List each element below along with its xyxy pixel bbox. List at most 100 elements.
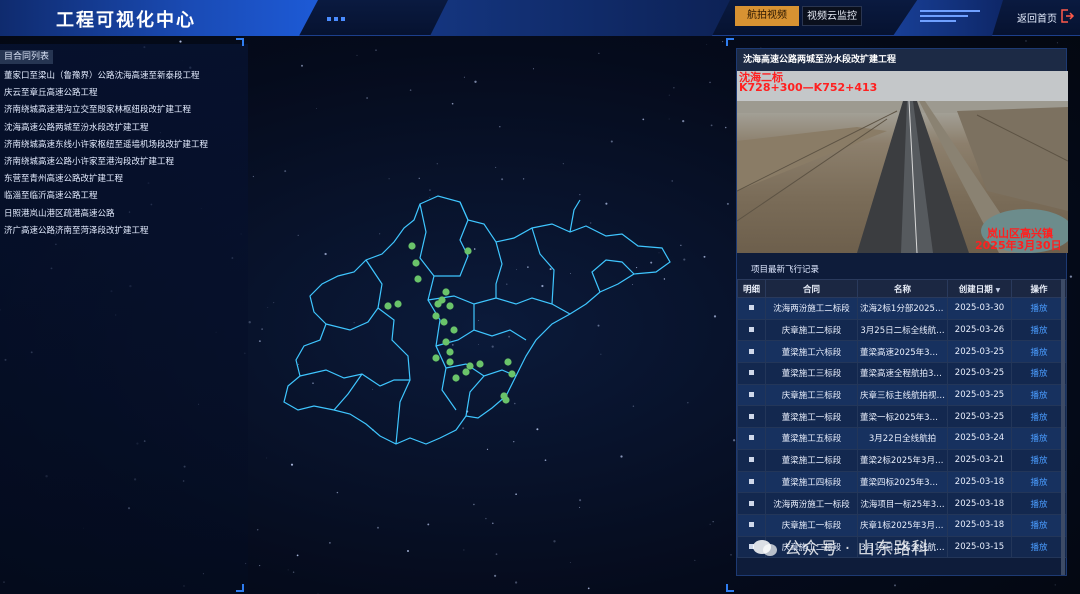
expand-icon[interactable] <box>749 348 754 354</box>
project-list-item[interactable]: 济南绕城高速港沟立交至殷家林枢纽段改扩建工程 <box>4 102 208 119</box>
table-row[interactable]: 沈海两汾施工一标段 沈海项目一标25年3… 2025-03-18 播放 <box>737 492 1067 515</box>
tab-aerial-video[interactable]: 航拍视频 <box>735 6 799 26</box>
expand-icon[interactable] <box>749 500 754 506</box>
table-row[interactable]: 庆章施工二标段 3月25日二标全线航… 2025-03-26 播放 <box>737 318 1067 342</box>
table-row[interactable]: 董梁施工三标段 董梁高速全程航拍3月… 2025-03-25 播放 <box>737 362 1067 385</box>
project-list-item[interactable]: 东营至青州高速公路改扩建工程 <box>4 171 208 188</box>
project-list-item[interactable]: 日照港岚山港区疏港高速公路 <box>4 206 208 223</box>
date-cell: 2025-03-25 <box>947 340 1012 364</box>
expand-cell[interactable] <box>737 405 766 429</box>
project-list-item[interactable]: 济南绕城高速东线小许家枢纽至遥墙机场段改扩建工程 <box>4 137 208 154</box>
project-marker[interactable] <box>508 370 516 378</box>
expand-cell[interactable] <box>737 492 766 515</box>
project-list-item[interactable]: 济南绕城高速公路小许家至港沟段改扩建工程 <box>4 154 208 171</box>
logout-icon[interactable] <box>1059 8 1075 24</box>
date-cell: 2025-03-25 <box>947 405 1012 429</box>
expand-icon[interactable] <box>749 478 754 484</box>
project-marker[interactable] <box>408 242 416 250</box>
project-marker[interactable] <box>446 302 454 310</box>
play-button[interactable]: 播放 <box>1030 304 1047 314</box>
project-marker[interactable] <box>502 396 510 404</box>
project-list: 董家口至梁山（鲁豫界）公路沈海高速至新泰段工程 庆云至章丘高速公路工程 济南绕城高速… <box>4 68 208 240</box>
table-row[interactable]: 庆章施工三标段 庆章三标主线航拍视… 2025-03-25 播放 <box>737 383 1067 407</box>
tab-video-monitor[interactable]: 视频云监控 <box>802 6 862 26</box>
name-cell: 3月25日二标全线航… <box>857 318 948 342</box>
table-row[interactable]: 沈海两汾施工二标段 沈海2标1分部2025年… 2025-03-30 播放 <box>737 297 1067 320</box>
play-button[interactable]: 播放 <box>1030 369 1047 379</box>
table-row[interactable]: 董梁施工六标段 董梁高速2025年3月2… 2025-03-25 播放 <box>737 340 1067 364</box>
play-button[interactable]: 播放 <box>1030 391 1047 401</box>
project-detail-panel: 沈海高速公路两城至汾水段改扩建工程 沈海二标 K728+300—K752+413… <box>736 48 1068 576</box>
expand-cell[interactable] <box>737 340 766 364</box>
expand-cell[interactable] <box>737 318 766 342</box>
col-date[interactable]: 创建日期 ▼ <box>947 279 1012 298</box>
project-list-item[interactable]: 庆云至章丘高速公路工程 <box>4 85 208 102</box>
table-row[interactable]: 董梁施工二标段 董梁2标2025年3月航… 2025-03-21 播放 <box>737 448 1067 472</box>
sort-down-icon[interactable]: ▼ <box>996 287 1001 294</box>
play-button[interactable]: 播放 <box>1030 500 1047 510</box>
table-row[interactable]: 庆章施工一标段 庆章1标2025年3月航… 2025-03-18 播放 <box>737 513 1067 537</box>
expand-icon[interactable] <box>749 327 754 333</box>
name-cell: 庆章三标主线航拍视… <box>857 383 948 407</box>
province-outline <box>283 195 671 445</box>
play-button[interactable]: 播放 <box>1030 348 1047 358</box>
project-marker[interactable] <box>440 318 448 326</box>
table-row[interactable]: 董梁施工五标段 3月22日全线航拍 2025-03-24 播放 <box>737 427 1067 450</box>
project-marker[interactable] <box>394 300 402 308</box>
play-button[interactable]: 播放 <box>1030 543 1047 553</box>
project-marker[interactable] <box>452 374 460 382</box>
project-marker[interactable] <box>446 348 454 356</box>
project-marker[interactable] <box>432 312 440 320</box>
date-cell: 2025-03-18 <box>947 513 1012 537</box>
project-marker[interactable] <box>464 247 472 255</box>
expand-cell[interactable] <box>737 297 766 320</box>
expand-icon[interactable] <box>749 522 754 528</box>
deco-lines <box>920 10 980 25</box>
expand-icon[interactable] <box>749 370 754 376</box>
expand-cell[interactable] <box>737 513 766 537</box>
expand-cell[interactable] <box>737 470 766 494</box>
expand-cell[interactable] <box>737 427 766 450</box>
project-marker[interactable] <box>412 259 420 267</box>
table-scrollbar[interactable] <box>1061 279 1065 575</box>
play-button[interactable]: 播放 <box>1030 413 1047 423</box>
expand-cell[interactable] <box>737 448 766 472</box>
expand-cell[interactable] <box>737 383 766 407</box>
page-title: 工程可视化中心 <box>56 10 196 31</box>
play-button[interactable]: 播放 <box>1030 521 1047 531</box>
project-marker[interactable] <box>466 362 474 370</box>
play-button[interactable]: 播放 <box>1030 434 1047 444</box>
expand-icon[interactable] <box>749 457 754 463</box>
play-button[interactable]: 播放 <box>1030 456 1047 466</box>
table-row[interactable]: 董梁施工四标段 董梁四标2025年3月… 2025-03-18 播放 <box>737 470 1067 494</box>
project-marker[interactable] <box>450 326 458 334</box>
video-overlay-date: 2025年3月30日 <box>975 239 1062 252</box>
expand-icon[interactable] <box>749 413 754 419</box>
project-marker[interactable] <box>504 358 512 366</box>
aerial-video-player[interactable]: 沈海二标 K728+300—K752+413 岚山区高兴镇 2025年3月30日 <box>737 71 1068 253</box>
contract-cell: 董梁施工四标段 <box>765 470 858 494</box>
project-marker[interactable] <box>446 358 454 366</box>
back-home-button[interactable]: 返回首页 <box>1017 10 1057 25</box>
project-marker[interactable] <box>476 360 484 368</box>
expand-icon[interactable] <box>749 305 754 311</box>
project-marker[interactable] <box>442 288 450 296</box>
project-marker[interactable] <box>414 275 422 283</box>
project-marker[interactable] <box>442 338 450 346</box>
name-cell: 庆章1标2025年3月航… <box>857 513 948 537</box>
play-button[interactable]: 播放 <box>1030 326 1047 336</box>
project-marker[interactable] <box>384 302 392 310</box>
expand-cell[interactable] <box>737 362 766 385</box>
expand-icon[interactable] <box>749 392 754 398</box>
expand-icon[interactable] <box>749 435 754 441</box>
project-list-item[interactable]: 董家口至梁山（鲁豫界）公路沈海高速至新泰段工程 <box>4 68 208 85</box>
play-button[interactable]: 播放 <box>1030 478 1047 488</box>
project-list-item[interactable]: 济广高速公路济南至菏泽段改扩建工程 <box>4 223 208 240</box>
project-list-item[interactable]: 沈海高速公路两城至汾水段改扩建工程 <box>4 120 208 137</box>
project-marker[interactable] <box>432 354 440 362</box>
project-title: 沈海高速公路两城至汾水段改扩建工程 <box>737 49 1066 71</box>
table-row[interactable]: 董梁施工一标段 董梁一标2025年3月… 2025-03-25 播放 <box>737 405 1067 429</box>
project-marker[interactable] <box>462 368 470 376</box>
project-list-item[interactable]: 临淄至临沂高速公路工程 <box>4 188 208 205</box>
project-marker[interactable] <box>434 300 442 308</box>
